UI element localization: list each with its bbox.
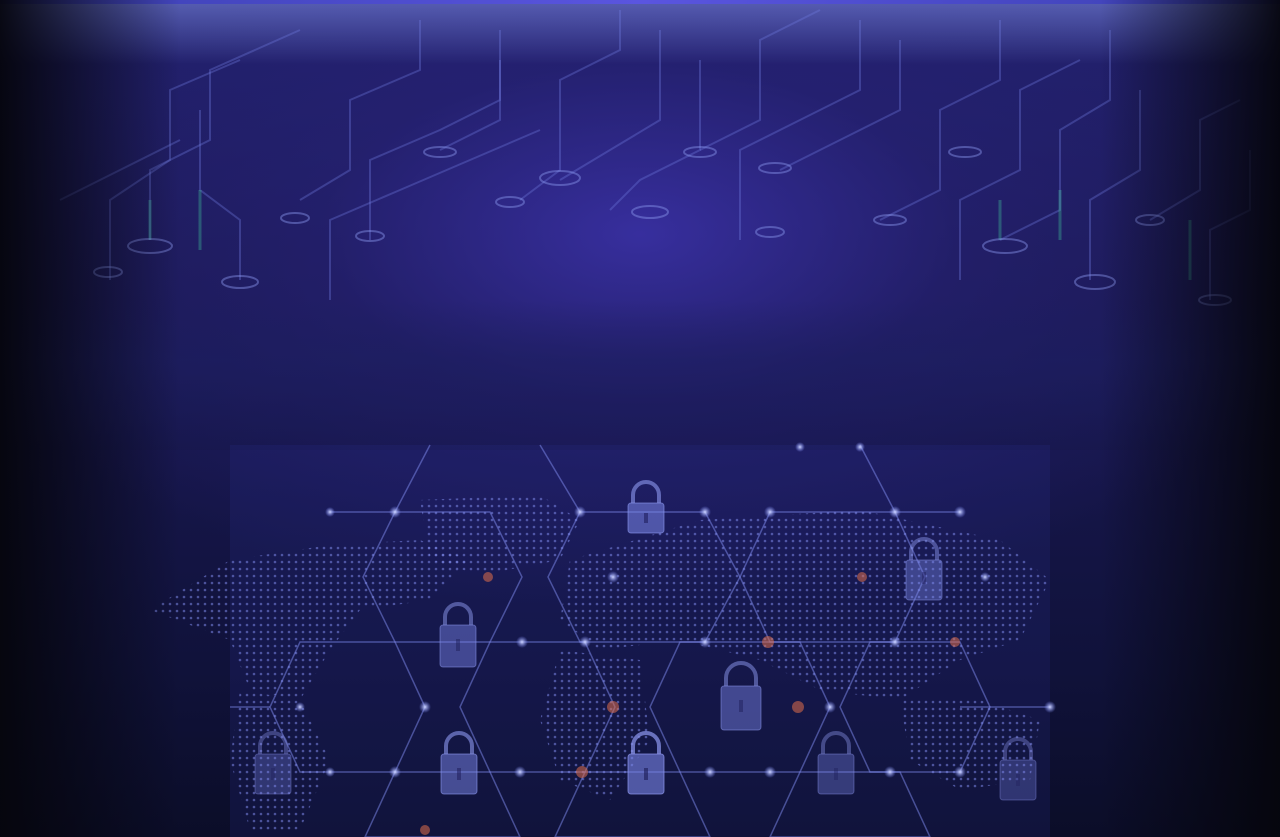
left-vignette — [0, 0, 180, 837]
hero-background — [0, 0, 1280, 837]
right-vignette — [1100, 0, 1280, 837]
security-network-graphic — [150, 442, 1056, 837]
